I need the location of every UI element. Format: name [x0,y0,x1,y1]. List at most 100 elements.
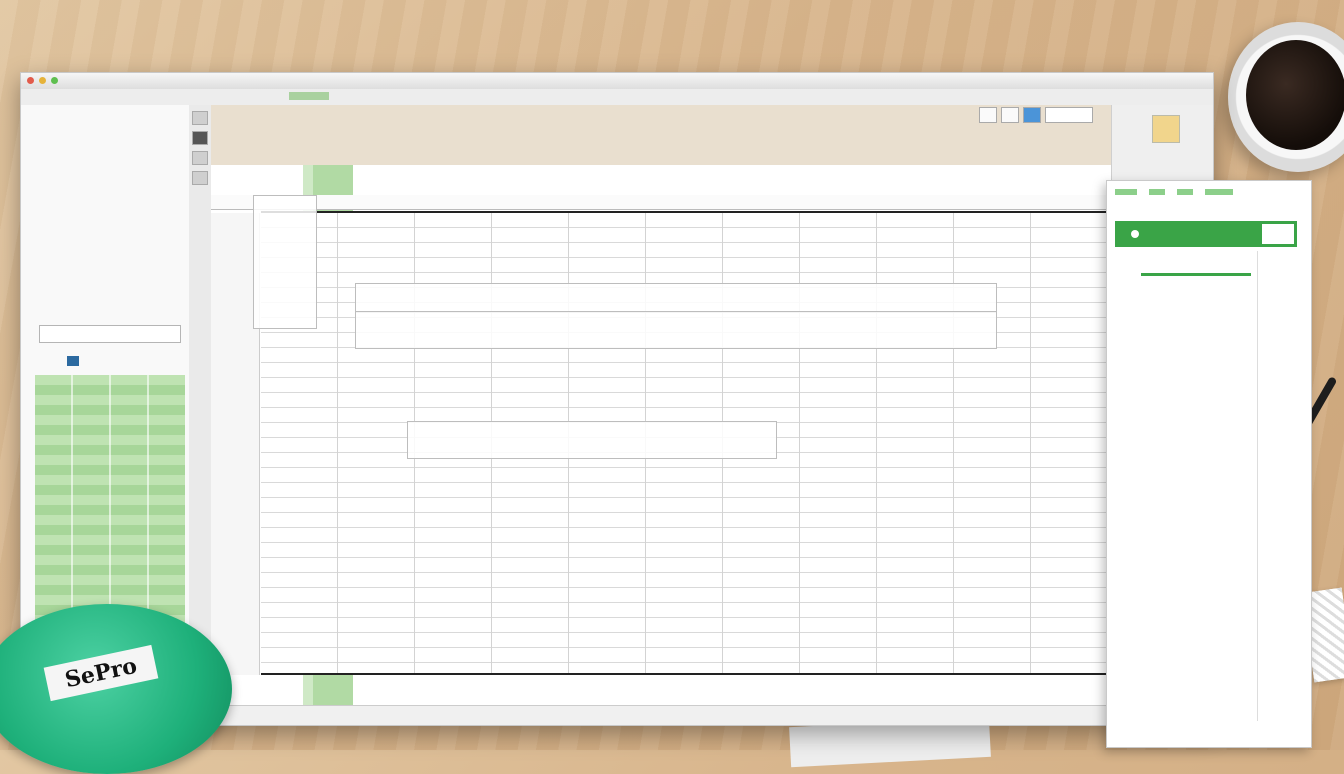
side-panel-rule [1257,251,1258,721]
row-number[interactable] [211,585,259,601]
coffee [1246,40,1344,150]
row-number[interactable] [211,477,259,493]
canvas-header [211,105,1111,165]
sticker-label: SePro [43,644,159,702]
tool-button[interactable] [192,171,208,185]
close-window-button[interactable] [27,77,34,84]
row-number[interactable] [211,554,259,570]
zoom-window-button[interactable] [51,77,58,84]
callout-box [355,283,997,313]
range-top-border [261,211,1111,213]
row-number[interactable] [211,570,259,586]
row-number[interactable] [211,291,259,307]
left-pane-input[interactable] [39,325,181,343]
header-icon [1131,230,1139,238]
list-item-cell [35,235,83,247]
row-number[interactable] [211,275,259,291]
side-panel-header[interactable] [1115,221,1259,247]
list-item-cell [35,223,83,235]
row-number[interactable] [211,322,259,338]
search-input[interactable] [1045,107,1093,123]
side-panel [1106,180,1312,748]
row-number[interactable] [211,260,259,276]
row-number[interactable] [211,492,259,508]
side-panel-tabs [1115,189,1233,195]
callout-box [407,421,777,459]
row-number[interactable] [211,539,259,555]
list-item-cell [35,162,83,174]
row-number[interactable] [211,415,259,431]
minimize-window-button[interactable] [39,77,46,84]
side-panel-tab[interactable] [1177,189,1193,195]
row-number[interactable] [211,508,259,524]
list-item[interactable] [35,137,189,149]
row-number[interactable] [211,601,259,617]
status-bar [211,705,1111,725]
side-panel-tab[interactable] [1149,189,1165,195]
row-number[interactable] [211,353,259,369]
view-controls [979,107,1093,123]
view-toggle-button[interactable] [1001,107,1019,123]
row-number[interactable] [211,523,259,539]
tool-button[interactable] [192,131,208,145]
list-item[interactable] [35,284,189,296]
list-item-cell [35,113,83,125]
tool-button[interactable] [192,111,208,125]
side-panel-toggle[interactable] [1259,221,1297,247]
row-number[interactable] [211,430,259,446]
list-item-cell [35,247,83,259]
side-panel-tab[interactable] [1205,189,1233,195]
list-item[interactable] [35,150,189,162]
row-number[interactable] [211,244,259,260]
range-bottom-border [261,673,1111,675]
list-item-cell [35,186,83,198]
title-bar [21,73,1213,90]
list-item[interactable] [35,162,189,174]
callout-box [355,311,997,349]
tool-button[interactable] [192,151,208,165]
list-item-cell [35,198,83,210]
sheet-area[interactable] [211,165,1111,725]
list-item[interactable] [35,223,189,235]
side-panel-divider [1141,273,1251,276]
list-item[interactable] [35,113,189,125]
list-item-cell [35,284,83,296]
app-window [20,72,1214,726]
row-number[interactable] [211,229,259,245]
color-swatch[interactable] [1152,115,1180,143]
row-number[interactable] [211,384,259,400]
row-number[interactable] [211,306,259,322]
toolbar-highlight [289,92,329,100]
list-item-cell [35,125,83,137]
list-item-cell [35,211,83,223]
row-number[interactable] [211,368,259,384]
row-number[interactable] [211,213,259,229]
row-number[interactable] [211,461,259,477]
toolbar [21,89,1213,106]
row-number[interactable] [211,632,259,648]
row-number[interactable] [211,337,259,353]
view-toggle-button[interactable] [1023,107,1041,123]
list-item[interactable] [35,211,189,223]
list-item[interactable] [35,247,189,259]
side-panel-tab[interactable] [1115,189,1137,195]
row-number[interactable] [211,446,259,462]
row-number[interactable] [211,616,259,632]
list-item-cell [35,271,83,283]
list-item-cell [35,174,83,186]
column-ruler [211,195,1111,210]
list-item[interactable] [35,198,189,210]
list-item[interactable] [35,125,189,137]
list-item[interactable] [35,174,189,186]
callout-box [253,195,317,329]
list-item[interactable] [35,271,189,283]
footer-icon[interactable] [67,356,79,366]
list-item-cell [35,150,83,162]
list-item-cell [35,137,83,149]
view-toggle-button[interactable] [979,107,997,123]
list-item[interactable] [35,259,189,271]
list-item[interactable] [35,186,189,198]
list-item[interactable] [35,235,189,247]
left-list [35,113,189,296]
row-number[interactable] [211,399,259,415]
